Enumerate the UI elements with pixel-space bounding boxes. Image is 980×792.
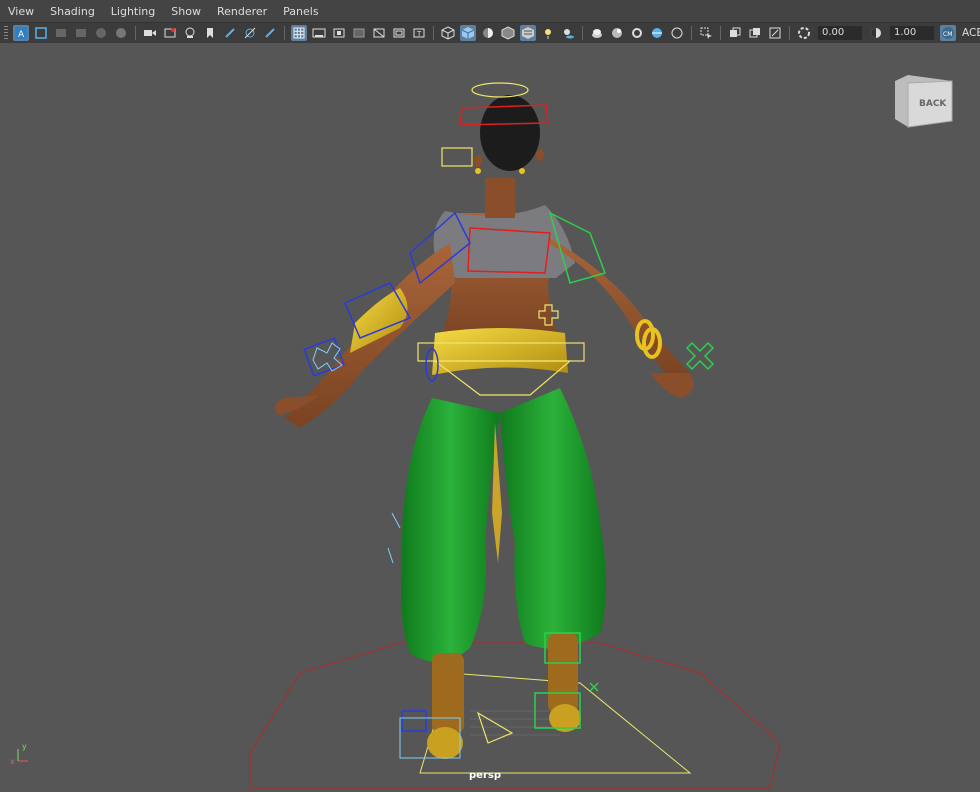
wireframe-icon[interactable] [440, 25, 456, 41]
menu-view[interactable]: View [0, 5, 42, 18]
hand-right [650, 373, 694, 398]
smooth-wireframe-icon[interactable] [669, 25, 685, 41]
smooth-shade-icon[interactable] [460, 25, 476, 41]
xray-active-components-icon[interactable] [609, 25, 625, 41]
camera-name-label: persp [469, 770, 501, 781]
gamma-icon[interactable] [868, 25, 884, 41]
grid-icon[interactable] [291, 25, 307, 41]
xray-joints-icon[interactable] [629, 25, 645, 41]
wireframe-on-shaded-icon[interactable] [500, 25, 516, 41]
menu-lighting[interactable]: Lighting [103, 5, 163, 18]
bookmark-icon[interactable] [202, 25, 218, 41]
xray-icon[interactable] [589, 25, 605, 41]
waist-sash [432, 328, 568, 375]
textured-icon[interactable] [520, 25, 536, 41]
toolbar-separator [284, 26, 285, 40]
film-gate-icon[interactable] [162, 25, 178, 41]
pants-left [401, 398, 500, 662]
color-management-view-transform[interactable]: ACES 1.0 SDR-video (sRGB [962, 27, 980, 39]
safe-action-toggle-icon[interactable] [391, 25, 407, 41]
camera-attributes-icon[interactable] [53, 25, 69, 41]
panel-menu-bar: View Shading Lighting Show Renderer Pane… [0, 0, 980, 22]
shadows-icon[interactable] [560, 25, 576, 41]
menu-shading[interactable]: Shading [42, 5, 103, 18]
toolbar-separator [789, 26, 790, 40]
image-plane-icon[interactable] [93, 25, 109, 41]
menu-renderer[interactable]: Renderer [209, 5, 275, 18]
grease-pencil-icon[interactable] [222, 25, 238, 41]
earring-left [475, 168, 481, 174]
toolbar-separator [582, 26, 583, 40]
toolbar-separator [135, 26, 136, 40]
safe-action-icon[interactable] [242, 25, 258, 41]
screen-space-ao-icon[interactable] [727, 25, 743, 41]
field-chart-toggle-icon[interactable] [371, 25, 387, 41]
lights-icon[interactable] [540, 25, 556, 41]
ear-left [474, 155, 482, 167]
backface-culling-icon[interactable] [649, 25, 665, 41]
axis-x-label: x [10, 757, 15, 766]
film-gate-toggle-icon[interactable] [311, 25, 327, 41]
boot-right [548, 633, 578, 713]
field-chart-icon[interactable] [262, 25, 278, 41]
motion-blur-icon[interactable] [747, 25, 763, 41]
view-cube[interactable]: BACK [895, 75, 953, 128]
ear-right [536, 149, 544, 161]
color-management-icon[interactable]: CM [940, 25, 956, 41]
toolbar-grip[interactable] [4, 26, 8, 40]
svg-text:T: T [416, 30, 422, 38]
shoe-left [427, 727, 463, 759]
boot-left [432, 653, 464, 733]
isolate-select-icon[interactable] [698, 25, 714, 41]
viewport-persp[interactable]: y x BACK persp [0, 43, 980, 792]
resolution-gate-icon[interactable] [182, 25, 198, 41]
safe-title-toggle-icon[interactable]: T [411, 25, 427, 41]
view-cube-back-label: BACK [919, 99, 947, 109]
anti-aliasing-icon[interactable] [767, 25, 783, 41]
gate-mask-icon[interactable] [351, 25, 367, 41]
exposure-icon[interactable] [796, 25, 812, 41]
select-camera-icon[interactable] [33, 25, 49, 41]
bookmarks-icon[interactable] [73, 25, 89, 41]
menu-panels[interactable]: Panels [275, 5, 326, 18]
default-material-icon[interactable] [480, 25, 496, 41]
menu-show[interactable]: Show [163, 5, 209, 18]
asset-icon[interactable]: A [13, 25, 29, 41]
toolbar-separator [433, 26, 434, 40]
axis-y-label: y [22, 742, 27, 751]
toolbar-separator [720, 26, 721, 40]
toolbar-separator [691, 26, 692, 40]
exposure-field[interactable]: 0.00 [818, 26, 862, 40]
neck [485, 178, 515, 218]
svg-text:A: A [18, 30, 25, 39]
panel-toolbar: A T 0.00 1.00 CM ACES 1.0 SDR-video (sRG… [0, 22, 980, 44]
axis-gizmo: y x [10, 742, 28, 766]
svg-text:CM: CM [943, 31, 952, 38]
two-d-pan-icon[interactable] [113, 25, 129, 41]
character-rig-scene[interactable]: y x BACK [0, 43, 980, 792]
camera-icon[interactable] [142, 25, 158, 41]
earring-right [519, 168, 525, 174]
resolution-gate-toggle-icon[interactable] [331, 25, 347, 41]
pants-right [500, 388, 606, 649]
gamma-field[interactable]: 1.00 [890, 26, 934, 40]
